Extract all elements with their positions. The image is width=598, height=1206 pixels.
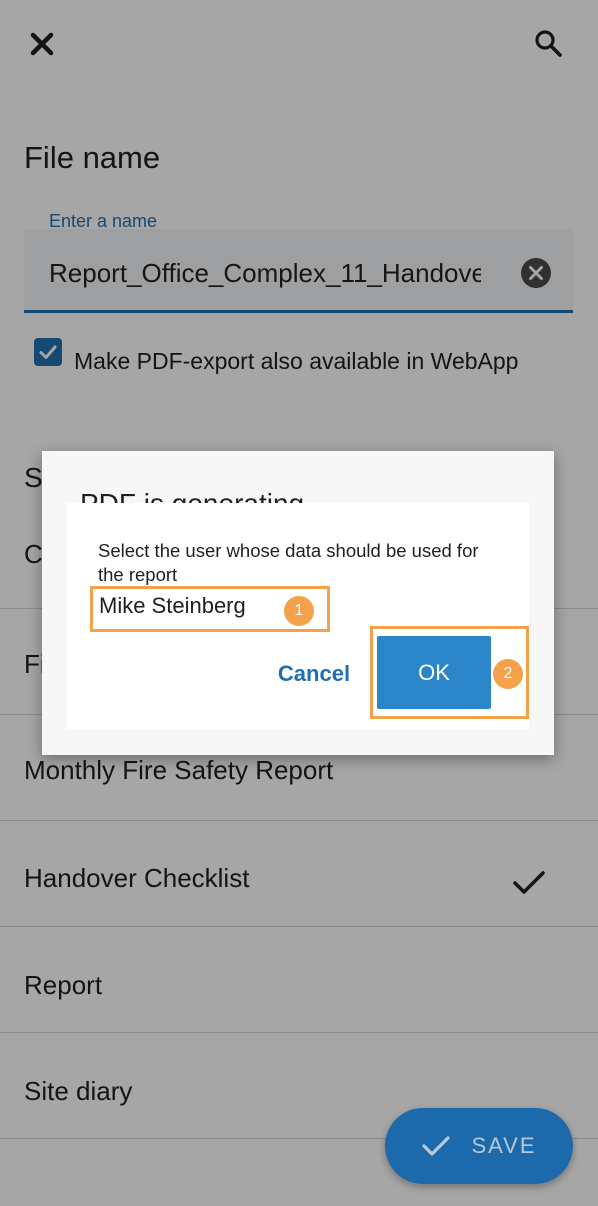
check-icon [422,1136,451,1156]
cancel-button[interactable]: Cancel [270,651,358,697]
dialog-prompt: Select the user whose data should be use… [98,540,479,585]
step-badge-2: 2 [493,659,523,689]
step-badge-1: 1 [284,596,314,626]
save-button[interactable]: SAVE [385,1108,573,1184]
save-label: SAVE [471,1133,537,1158]
